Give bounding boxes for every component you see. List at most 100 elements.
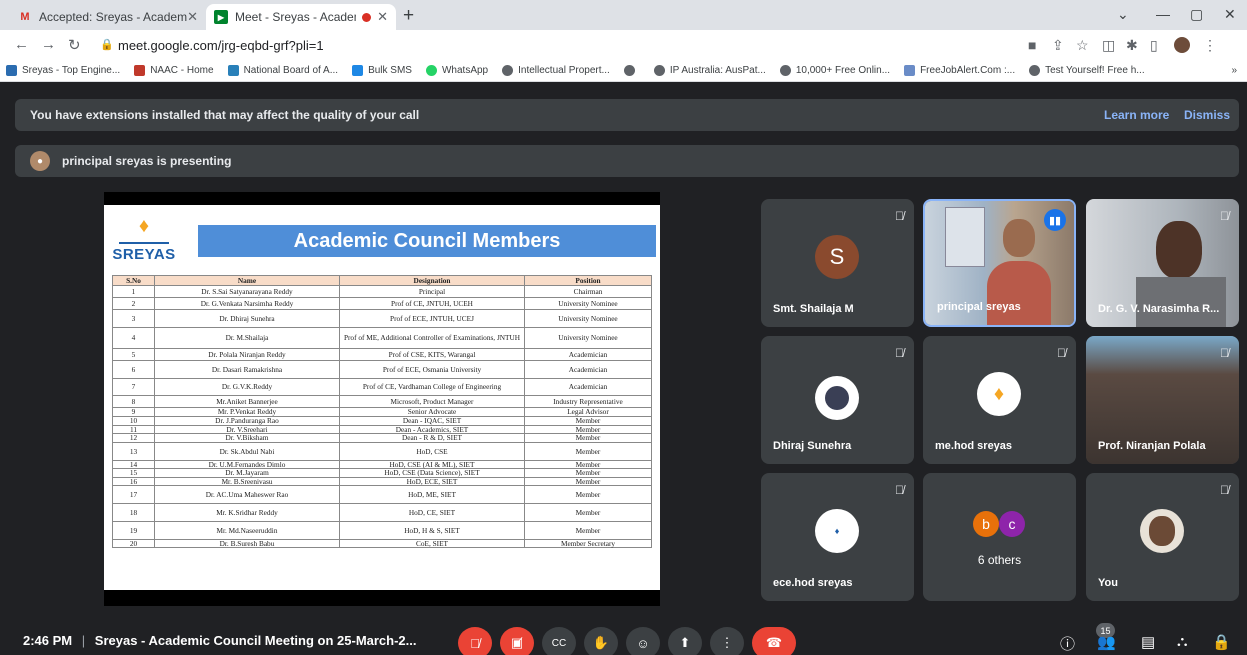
globe-icon: [653, 65, 665, 76]
participant-tile[interactable]: 🎙̸ Prof. Niranjan Polala: [1086, 336, 1239, 464]
people-icon[interactable]: 👥: [1097, 633, 1116, 651]
bookmark-label: Intellectual Propert...: [518, 65, 610, 76]
table-row: 18 Mr. K.Sridhar Reddy HoD, CE, SIET Member: [112, 503, 652, 522]
tab-gmail[interactable]: M Accepted: Sreyas - Academic Co ✕: [10, 4, 206, 30]
cell-designation: HoD, CSE: [339, 441, 525, 461]
close-window-icon[interactable]: ✕: [1224, 6, 1236, 23]
cell-name: Mr.Aniket Bannerjee: [154, 395, 340, 409]
bookmark-item[interactable]: Bulk SMS: [352, 65, 412, 76]
extension-icon[interactable]: ◫: [1102, 37, 1115, 54]
captions-button[interactable]: CC: [542, 627, 576, 655]
bookmark-label: Bulk SMS: [368, 65, 412, 76]
bookmark-label: Sreyas - Top Engine...: [22, 65, 121, 76]
bookmark-item[interactable]: IP Australia: AusPat...: [653, 65, 766, 76]
close-tab-icon[interactable]: ✕: [377, 9, 388, 25]
mic-toggle-button[interactable]: 🎙̸: [458, 627, 492, 655]
dismiss-button[interactable]: Dismiss: [1184, 108, 1230, 122]
avatar: c: [999, 511, 1025, 537]
profile-avatar[interactable]: [1174, 37, 1190, 53]
cell-name: Dr. Dasari Ramakrishna: [154, 359, 340, 379]
activities-icon[interactable]: ⛬: [1177, 633, 1188, 650]
cell-sno: 7: [112, 377, 155, 397]
more-options-button[interactable]: ⋮: [710, 627, 744, 655]
lock-icon[interactable]: 🔒: [100, 38, 114, 51]
cell-sno: 6: [112, 359, 155, 379]
globe-icon: [623, 65, 635, 76]
gmail-icon: M: [20, 11, 30, 23]
cell-position: Academician: [524, 359, 652, 379]
camera-toggle-button[interactable]: ▣̸: [500, 627, 534, 655]
header-name: Name: [154, 275, 340, 286]
cell-sno: 17: [112, 485, 155, 505]
cell-name: Dr. S.Sai Satyanarayana Reddy: [154, 285, 340, 298]
menu-icon[interactable]: ⋮: [1203, 37, 1217, 54]
participant-tile[interactable]: 🎙̸ Dr. G. V. Narasimha R...: [1086, 199, 1239, 327]
bookmark-item[interactable]: 10,000+ Free Onlin...: [779, 65, 890, 76]
others-tile[interactable]: b c 6 others: [923, 473, 1076, 601]
mic-off-icon: 🎙̸: [1057, 346, 1066, 360]
bookmarks-overflow-icon[interactable]: »: [1231, 65, 1237, 76]
reload-icon[interactable]: ↻: [68, 36, 81, 54]
participant-tile[interactable]: S 🎙̸ Smt. Shailaja M: [761, 199, 914, 327]
participant-name: principal sreyas: [937, 301, 1021, 313]
cell-sno: 18: [112, 503, 155, 522]
table-row: 10 Dr. J.Panduranga Rao Dean - IQAC, SIET M…: [112, 416, 652, 426]
participant-tile[interactable]: ♦ 🎙̸ ece.hod sreyas: [761, 473, 914, 601]
members-table: S.No Name Designation Position 1 Dr. S.Sa…: [112, 275, 652, 549]
bookmark-item[interactable]: Sreyas - Top Engine...: [6, 65, 120, 76]
host-controls-icon[interactable]: 🔒: [1212, 633, 1231, 651]
side-panel-icon[interactable]: ▯: [1150, 37, 1158, 54]
address-bar[interactable]: meet.google.com/jrg-eqbd-grf?pli=1: [118, 38, 324, 53]
cell-sno: 12: [112, 433, 155, 443]
back-icon[interactable]: ←: [14, 36, 29, 53]
share-icon[interactable]: ⇪: [1052, 37, 1064, 54]
table-row: 3 Dr. Dhiraj Sunehra Prof of ECE, JNTUH, U…: [112, 309, 652, 328]
table-row: 20 Dr. B.Suresh Babu CoE, SIET Member Secre…: [112, 538, 652, 549]
cell-name: Mr. B.Sreenivasu: [154, 476, 340, 487]
bookmark-item[interactable]: FreeJobAlert.Com :...: [904, 65, 1015, 76]
camera-in-use-icon[interactable]: ■: [1028, 37, 1036, 53]
present-button[interactable]: ⬆: [668, 627, 702, 655]
forward-icon[interactable]: →: [41, 36, 56, 53]
tab-search-icon[interactable]: ⌄: [1117, 6, 1129, 23]
bookmark-item[interactable]: [623, 65, 640, 76]
cell-name: Mr. K.Sridhar Reddy: [154, 503, 340, 522]
bookmark-item[interactable]: Intellectual Propert...: [502, 65, 610, 76]
cell-sno: 5: [112, 347, 155, 361]
minimize-icon[interactable]: —: [1156, 6, 1170, 22]
meeting-details-icon[interactable]: ⓘ: [1060, 633, 1075, 654]
reactions-button[interactable]: ☺: [626, 627, 660, 655]
close-tab-icon[interactable]: ✕: [187, 9, 198, 25]
bookmark-favicon-icon: [352, 65, 364, 76]
cell-sno: 15: [112, 468, 155, 478]
learn-more-link[interactable]: Learn more: [1104, 108, 1169, 122]
wall-chart: [945, 207, 985, 267]
raise-hand-button[interactable]: ✋: [584, 627, 618, 655]
bookmark-item[interactable]: Test Yourself! Free h...: [1029, 65, 1145, 76]
bookmark-star-icon[interactable]: ☆: [1076, 37, 1089, 54]
bookmark-item[interactable]: National Board of A...: [227, 65, 338, 76]
cell-designation: Prof of CE, Vardhaman College of Enginee…: [339, 377, 525, 397]
self-tile[interactable]: 🎙̸ You: [1086, 473, 1239, 601]
person-head: [1003, 219, 1035, 257]
tab-meet[interactable]: ▶ Meet - Sreyas - Academic C ✕: [206, 4, 396, 30]
clock-time: 2:46 PM: [23, 633, 73, 648]
new-tab-icon[interactable]: +: [403, 5, 414, 27]
meeting-control-bar: 2:46 PM | Sreyas - Academic Council Meet…: [0, 620, 1247, 655]
maximize-icon[interactable]: ▢: [1190, 6, 1203, 23]
cell-designation: Dean - R & D, SIET: [339, 433, 525, 443]
cell-name: Dr. M.Jayaram: [154, 468, 340, 478]
participant-tile[interactable]: ♦ 🎙̸ me.hod sreyas: [923, 336, 1076, 464]
extensions-puzzle-icon[interactable]: ✱: [1126, 37, 1138, 54]
end-call-button[interactable]: ☎: [752, 627, 796, 655]
cell-position: University Nominee: [524, 309, 652, 328]
bookmark-item[interactable]: NAAC - Home: [134, 65, 214, 76]
chat-icon[interactable]: ▤: [1141, 633, 1155, 651]
bookmark-item[interactable]: WhatsApp: [425, 65, 488, 76]
banner-text: You have extensions installed that may a…: [30, 108, 420, 122]
participant-tile[interactable]: 🎙̸ Dhiraj Sunehra: [761, 336, 914, 464]
participant-name: You: [1098, 577, 1118, 589]
cell-position: Member: [524, 520, 652, 540]
participant-tile[interactable]: ▮▮ principal sreyas: [923, 199, 1076, 327]
whatsapp-icon: [425, 65, 437, 76]
